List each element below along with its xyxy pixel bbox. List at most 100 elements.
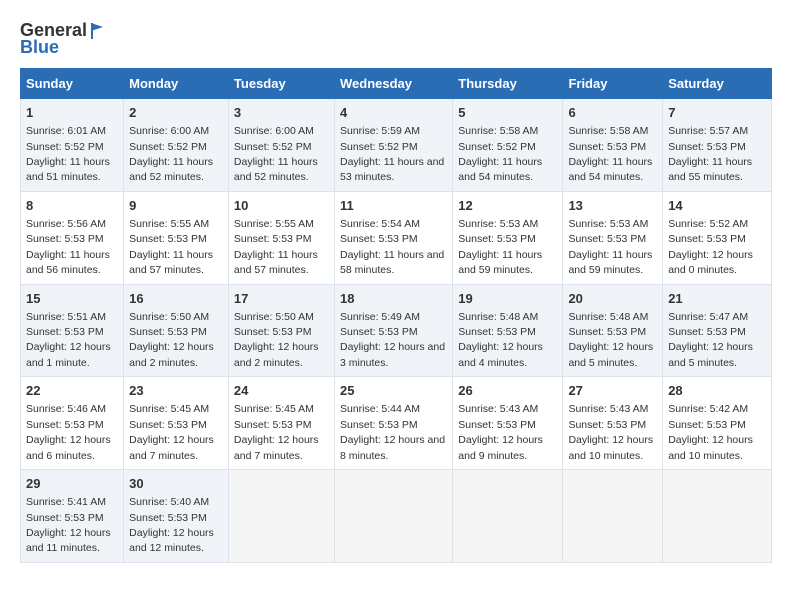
calendar-cell: 25 Sunrise: 5:44 AMSunset: 5:53 PMDayligh…	[334, 377, 452, 470]
calendar-week-row: 8 Sunrise: 5:56 AMSunset: 5:53 PMDaylight…	[21, 191, 772, 284]
cell-sunrise: Sunrise: 5:59 AMSunset: 5:52 PMDaylight:…	[340, 125, 444, 183]
day-number: 27	[568, 382, 657, 400]
calendar-cell: 6 Sunrise: 5:58 AMSunset: 5:53 PMDaylight…	[563, 99, 663, 192]
day-number: 26	[458, 382, 557, 400]
cell-sunrise: Sunrise: 5:49 AMSunset: 5:53 PMDaylight:…	[340, 311, 445, 369]
header-sunday: Sunday	[21, 69, 124, 99]
calendar-cell: 19 Sunrise: 5:48 AMSunset: 5:53 PMDayligh…	[453, 284, 563, 377]
cell-sunrise: Sunrise: 5:53 AMSunset: 5:53 PMDaylight:…	[568, 218, 652, 276]
calendar-cell: 7 Sunrise: 5:57 AMSunset: 5:53 PMDaylight…	[663, 99, 772, 192]
cell-sunrise: Sunrise: 5:41 AMSunset: 5:53 PMDaylight:…	[26, 496, 111, 554]
day-number: 22	[26, 382, 118, 400]
calendar-cell: 30Sunrise: 5:40 AMSunset: 5:53 PMDayligh…	[124, 470, 229, 563]
day-number: 23	[129, 382, 223, 400]
calendar-cell: 21 Sunrise: 5:47 AMSunset: 5:53 PMDayligh…	[663, 284, 772, 377]
day-number: 5	[458, 104, 557, 122]
calendar-cell: 22 Sunrise: 5:46 AMSunset: 5:53 PMDayligh…	[21, 377, 124, 470]
cell-sunrise: Sunrise: 5:45 AMSunset: 5:53 PMDaylight:…	[234, 403, 319, 461]
calendar-cell: 15 Sunrise: 5:51 AMSunset: 5:53 PMDayligh…	[21, 284, 124, 377]
page-header: General Blue	[20, 20, 772, 58]
cell-sunrise: Sunrise: 5:50 AMSunset: 5:53 PMDaylight:…	[234, 311, 319, 369]
calendar-cell: 29 Sunrise: 5:41 AMSunset: 5:53 PMDayligh…	[21, 470, 124, 563]
cell-sunrise: Sunrise: 6:01 AMSunset: 5:52 PMDaylight:…	[26, 125, 110, 183]
cell-sunrise: Sunrise: 5:55 AMSunset: 5:53 PMDaylight:…	[129, 218, 213, 276]
day-number: 25	[340, 382, 447, 400]
logo-text-block: General Blue	[20, 20, 109, 58]
calendar-cell: 3 Sunrise: 6:00 AMSunset: 5:52 PMDaylight…	[228, 99, 334, 192]
calendar-cell: 26 Sunrise: 5:43 AMSunset: 5:53 PMDayligh…	[453, 377, 563, 470]
calendar-header-row: SundayMondayTuesdayWednesdayThursdayFrid…	[21, 69, 772, 99]
calendar-week-row: 1 Sunrise: 6:01 AMSunset: 5:52 PMDaylight…	[21, 99, 772, 192]
calendar-cell: 2 Sunrise: 6:00 AMSunset: 5:52 PMDaylight…	[124, 99, 229, 192]
day-number: 29	[26, 475, 118, 493]
calendar-cell: 28Sunrise: 5:42 AMSunset: 5:53 PMDayligh…	[663, 377, 772, 470]
cell-sunrise: Sunrise: 5:43 AMSunset: 5:53 PMDaylight:…	[568, 403, 653, 461]
calendar-week-row: 29 Sunrise: 5:41 AMSunset: 5:53 PMDayligh…	[21, 470, 772, 563]
header-thursday: Thursday	[453, 69, 563, 99]
cell-sunrise: Sunrise: 5:48 AMSunset: 5:53 PMDaylight:…	[458, 311, 543, 369]
calendar-cell: 10 Sunrise: 5:55 AMSunset: 5:53 PMDayligh…	[228, 191, 334, 284]
calendar-cell: 11 Sunrise: 5:54 AMSunset: 5:53 PMDayligh…	[334, 191, 452, 284]
day-number: 13	[568, 197, 657, 215]
logo-blue: Blue	[20, 37, 59, 58]
header-saturday: Saturday	[663, 69, 772, 99]
day-number: 19	[458, 290, 557, 308]
calendar-cell	[453, 470, 563, 563]
day-number: 12	[458, 197, 557, 215]
cell-sunrise: Sunrise: 5:57 AMSunset: 5:53 PMDaylight:…	[668, 125, 752, 183]
cell-sunrise: Sunrise: 5:56 AMSunset: 5:53 PMDaylight:…	[26, 218, 110, 276]
cell-sunrise: Sunrise: 5:58 AMSunset: 5:53 PMDaylight:…	[568, 125, 652, 183]
day-number: 6	[568, 104, 657, 122]
cell-sunrise: Sunrise: 5:53 AMSunset: 5:53 PMDaylight:…	[458, 218, 542, 276]
day-number: 2	[129, 104, 223, 122]
cell-sunrise: Sunrise: 5:50 AMSunset: 5:53 PMDaylight:…	[129, 311, 214, 369]
logo-flag-icon	[89, 21, 109, 41]
day-number: 24	[234, 382, 329, 400]
calendar-cell: 14 Sunrise: 5:52 AMSunset: 5:53 PMDayligh…	[663, 191, 772, 284]
calendar-cell: 18 Sunrise: 5:49 AMSunset: 5:53 PMDayligh…	[334, 284, 452, 377]
day-number: 4	[340, 104, 447, 122]
day-number: 18	[340, 290, 447, 308]
calendar-week-row: 22 Sunrise: 5:46 AMSunset: 5:53 PMDayligh…	[21, 377, 772, 470]
day-number: 15	[26, 290, 118, 308]
calendar-cell: 9 Sunrise: 5:55 AMSunset: 5:53 PMDaylight…	[124, 191, 229, 284]
day-number: 7	[668, 104, 766, 122]
calendar-cell	[663, 470, 772, 563]
day-number: 3	[234, 104, 329, 122]
calendar-cell: 24 Sunrise: 5:45 AMSunset: 5:53 PMDayligh…	[228, 377, 334, 470]
cell-sunrise: Sunrise: 5:54 AMSunset: 5:53 PMDaylight:…	[340, 218, 444, 276]
cell-sunrise: Sunrise: 5:51 AMSunset: 5:53 PMDaylight:…	[26, 311, 111, 369]
calendar-table: SundayMondayTuesdayWednesdayThursdayFrid…	[20, 68, 772, 563]
day-number: 8	[26, 197, 118, 215]
calendar-cell	[563, 470, 663, 563]
day-number: 14	[668, 197, 766, 215]
day-number: 11	[340, 197, 447, 215]
cell-sunrise: Sunrise: 6:00 AMSunset: 5:52 PMDaylight:…	[129, 125, 213, 183]
calendar-cell: 4 Sunrise: 5:59 AMSunset: 5:52 PMDaylight…	[334, 99, 452, 192]
calendar-cell: 17Sunrise: 5:50 AMSunset: 5:53 PMDayligh…	[228, 284, 334, 377]
calendar-cell: 12 Sunrise: 5:53 AMSunset: 5:53 PMDayligh…	[453, 191, 563, 284]
calendar-cell: 27 Sunrise: 5:43 AMSunset: 5:53 PMDayligh…	[563, 377, 663, 470]
day-number: 1	[26, 104, 118, 122]
cell-sunrise: Sunrise: 5:45 AMSunset: 5:53 PMDaylight:…	[129, 403, 214, 461]
cell-sunrise: Sunrise: 5:58 AMSunset: 5:52 PMDaylight:…	[458, 125, 542, 183]
cell-sunrise: Sunrise: 5:47 AMSunset: 5:53 PMDaylight:…	[668, 311, 753, 369]
day-number: 9	[129, 197, 223, 215]
cell-sunrise: Sunrise: 5:55 AMSunset: 5:53 PMDaylight:…	[234, 218, 318, 276]
calendar-cell: 8 Sunrise: 5:56 AMSunset: 5:53 PMDaylight…	[21, 191, 124, 284]
day-number: 30	[129, 475, 223, 493]
day-number: 21	[668, 290, 766, 308]
header-tuesday: Tuesday	[228, 69, 334, 99]
day-number: 16	[129, 290, 223, 308]
cell-sunrise: Sunrise: 5:43 AMSunset: 5:53 PMDaylight:…	[458, 403, 543, 461]
calendar-week-row: 15 Sunrise: 5:51 AMSunset: 5:53 PMDayligh…	[21, 284, 772, 377]
cell-sunrise: Sunrise: 6:00 AMSunset: 5:52 PMDaylight:…	[234, 125, 318, 183]
day-number: 10	[234, 197, 329, 215]
day-number: 20	[568, 290, 657, 308]
header-friday: Friday	[563, 69, 663, 99]
cell-sunrise: Sunrise: 5:44 AMSunset: 5:53 PMDaylight:…	[340, 403, 445, 461]
cell-sunrise: Sunrise: 5:46 AMSunset: 5:53 PMDaylight:…	[26, 403, 111, 461]
calendar-cell: 20 Sunrise: 5:48 AMSunset: 5:53 PMDayligh…	[563, 284, 663, 377]
cell-sunrise: Sunrise: 5:48 AMSunset: 5:53 PMDaylight:…	[568, 311, 653, 369]
cell-sunrise: Sunrise: 5:52 AMSunset: 5:53 PMDaylight:…	[668, 218, 753, 276]
